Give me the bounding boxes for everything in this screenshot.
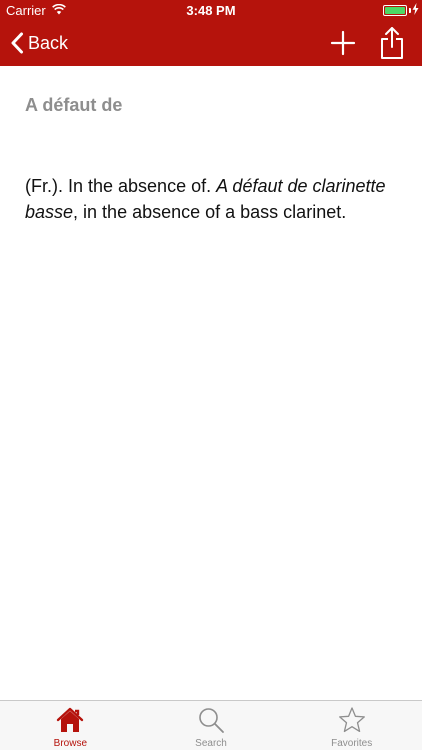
add-icon[interactable] [330, 30, 356, 56]
tab-favorites[interactable]: Favorites [281, 701, 422, 750]
term-title: A défaut de [25, 95, 123, 115]
search-icon [199, 708, 224, 733]
definition-part-2: , in the absence of a bass clarinet. [73, 202, 347, 222]
tab-browse[interactable]: Browse [0, 701, 141, 750]
definition-part-1: (Fr.). In the absence of. [25, 176, 217, 196]
chevron-left-icon [11, 32, 23, 54]
battery-level [385, 7, 405, 14]
screen: Carrier 3:48 PM Back A défaut de (Fr.). … [0, 0, 422, 750]
battery-cap [409, 8, 411, 13]
tab-label-favorites: Favorites [331, 738, 373, 749]
battery-icon [383, 5, 407, 16]
nav-bar: Back [0, 20, 422, 66]
share-icon[interactable] [378, 26, 406, 60]
tab-label-browse: Browse [53, 738, 88, 749]
star-icon [338, 707, 365, 733]
definition-text: (Fr.). In the absence of. A défaut de cl… [25, 173, 400, 225]
charging-bolt-icon [412, 3, 419, 15]
tab-bar: Browse Search Favorites [0, 700, 422, 750]
tab-label-search: Search [195, 738, 227, 749]
tab-search[interactable]: Search [141, 701, 282, 750]
home-icon [57, 707, 84, 732]
back-label: Back [28, 32, 69, 53]
status-bar: Carrier 3:48 PM [0, 0, 422, 20]
back-button[interactable]: Back [10, 29, 68, 57]
status-time: 3:48 PM [186, 3, 236, 18]
header: Carrier 3:48 PM Back [0, 0, 422, 66]
